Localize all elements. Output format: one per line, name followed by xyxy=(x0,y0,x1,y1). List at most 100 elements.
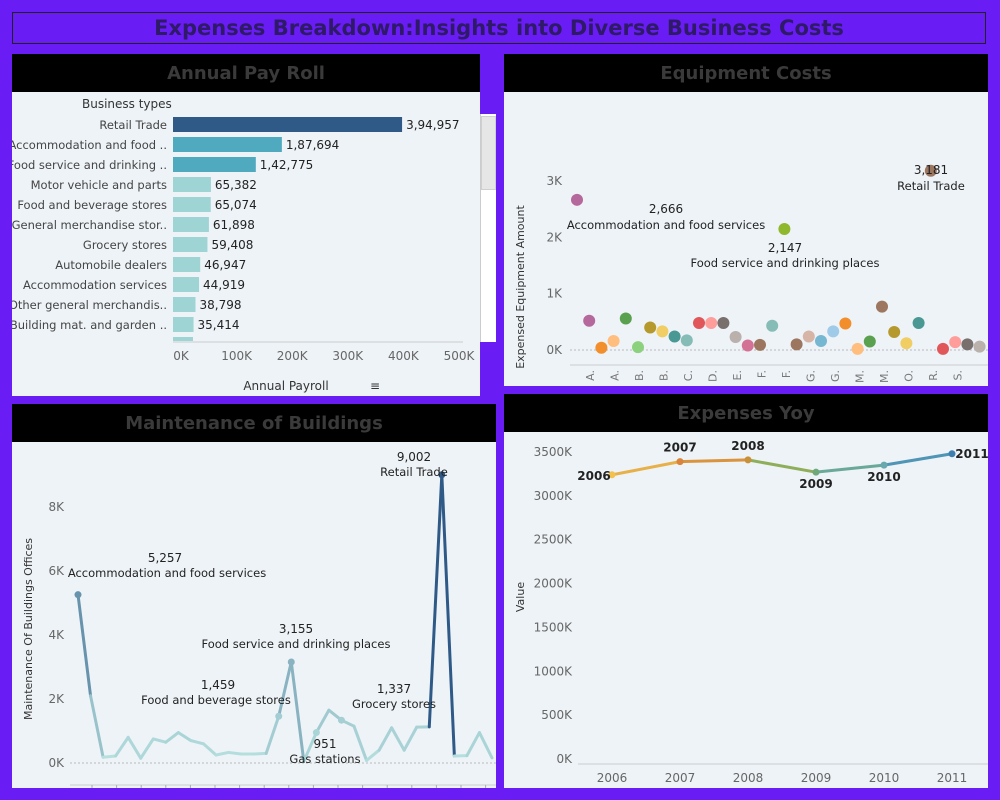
payroll-category-label: Automobile dealers xyxy=(55,258,167,272)
yoy-x-tick: 2010 xyxy=(869,771,900,785)
maint-y-tick: 0K xyxy=(48,756,65,770)
equip-y-tick: 1K xyxy=(546,287,563,301)
yoy-y-axis-label: Value xyxy=(514,582,527,612)
payroll-panel: Annual Pay Roll Business types Retail Tra… xyxy=(12,54,480,396)
payroll-bar xyxy=(173,297,196,312)
equip-x-tick: O. xyxy=(903,370,916,382)
yoy-y-tick: 1000K xyxy=(534,664,574,678)
yoy-point xyxy=(744,456,752,464)
payroll-axis-header: Business types xyxy=(82,97,172,111)
payroll-category-label: Grocery stores xyxy=(83,238,167,252)
yoy-y-tick: 2000K xyxy=(534,577,574,591)
maint-line-segment xyxy=(126,735,143,760)
equip-x-tick: M. xyxy=(854,370,867,383)
maint-line-segment xyxy=(402,725,419,752)
equip-point xyxy=(802,330,815,343)
maint-line-segment xyxy=(390,726,406,752)
equip-point xyxy=(912,316,925,329)
equip-point xyxy=(876,300,888,313)
equip-point xyxy=(595,341,608,354)
equip-point xyxy=(693,316,705,329)
payroll-category-label: Building mat. and garden .. xyxy=(12,318,167,332)
payroll-header: Annual Pay Roll xyxy=(12,54,480,92)
maintenance-chart: Maintenance Of Buildings Offices 0K 2K 4K 6K… xyxy=(22,450,496,788)
equip-x-tick: R. xyxy=(927,370,940,381)
payroll-bar-value: 3,94,957 xyxy=(406,118,459,132)
payroll-scrollbar-thumb[interactable] xyxy=(481,116,496,190)
maint-annotation-label: Food service and drinking places xyxy=(202,637,391,651)
payroll-bar-value: 65,382 xyxy=(215,178,257,192)
payroll-category-label: Food service and drinking .. xyxy=(12,158,167,172)
maint-line-segment xyxy=(440,473,456,758)
payroll-category-label: Accommodation services xyxy=(23,278,167,292)
equip-point xyxy=(571,193,583,206)
maint-annotation-value: 3,155 xyxy=(279,622,313,636)
yoy-y-tick: 1500K xyxy=(534,620,574,634)
equip-y-tick: 0K xyxy=(546,343,563,357)
payroll-x-tick: 200K xyxy=(277,349,309,363)
maint-point xyxy=(312,729,320,737)
equip-y-tick: 3K xyxy=(546,174,563,188)
equip-annotation-value: 3,181 xyxy=(914,163,948,177)
maint-y-axis-label: Maintenance Of Buildings Offices xyxy=(22,538,35,720)
equip-point xyxy=(851,342,864,355)
yoy-y-tick: 500K xyxy=(541,708,573,722)
equip-point xyxy=(937,342,949,355)
payroll-category-label: Other general merchandis.. xyxy=(12,298,167,312)
equip-x-tick: M. xyxy=(878,370,891,383)
equip-point xyxy=(839,317,852,330)
maint-point xyxy=(287,658,295,666)
maint-line-segment xyxy=(101,754,118,759)
maint-line-segment xyxy=(76,593,93,698)
maint-line-segment xyxy=(427,473,444,729)
payroll-bar-value: 46,947 xyxy=(204,258,246,272)
yoy-y-tick: 3500K xyxy=(534,445,574,459)
equip-x-tick: A. xyxy=(609,370,622,381)
payroll-bar-value: 1,87,694 xyxy=(286,138,339,152)
equip-point xyxy=(680,334,693,347)
maintenance-panel: Maintenance of Buildings Maintenance Of … xyxy=(12,404,496,788)
maint-line-segment xyxy=(277,660,293,718)
payroll-x-tick: 0K xyxy=(173,349,190,363)
equip-point xyxy=(607,334,620,347)
maint-line-segment xyxy=(477,731,494,760)
equip-x-tick: F. xyxy=(780,370,793,378)
payroll-bar xyxy=(173,237,208,252)
sort-icon: ≡ xyxy=(370,379,380,393)
maint-line-segment xyxy=(139,737,155,760)
payroll-bar xyxy=(173,157,256,172)
equip-point xyxy=(644,321,657,334)
maint-point xyxy=(337,716,345,724)
payroll-bar-value: 65,074 xyxy=(215,198,257,212)
payroll-bar xyxy=(173,257,201,272)
equip-point xyxy=(778,223,791,236)
maint-line-segment xyxy=(365,748,381,762)
maint-y-tick: 6K xyxy=(48,564,65,578)
yoy-x-tick: 2006 xyxy=(597,771,628,785)
payroll-x-tick: 100K xyxy=(221,349,253,363)
equip-y-tick: 2K xyxy=(546,230,563,244)
equip-point xyxy=(961,338,974,351)
yoy-line-segment xyxy=(678,458,750,464)
maint-y-tick: 2K xyxy=(48,692,65,706)
yoy-point xyxy=(880,461,888,469)
maint-annotation-label: Accommodation and food services xyxy=(68,566,266,580)
yoy-header: Expenses Yoy xyxy=(504,394,988,432)
maint-line-segment xyxy=(114,735,130,758)
equip-point xyxy=(729,331,742,344)
payroll-scrollbar[interactable] xyxy=(480,114,496,342)
maint-y-tick: 4K xyxy=(48,628,65,642)
equip-annotation-label: Accommodation and food services xyxy=(567,218,765,232)
equip-point xyxy=(973,340,986,353)
maint-line-segment xyxy=(314,708,331,735)
yoy-y-tick: 0K xyxy=(556,752,573,766)
maint-annotation-label: Retail Trade xyxy=(380,465,448,479)
payroll-bar-value: 1,42,775 xyxy=(260,158,313,172)
payroll-bar xyxy=(173,117,403,132)
maint-point xyxy=(275,712,283,720)
equip-x-tick: G. xyxy=(829,370,842,382)
maint-line-segment xyxy=(289,660,306,763)
dashboard-title: Expenses Breakdown:Insights into Diverse… xyxy=(12,12,986,44)
equip-point xyxy=(656,325,669,338)
payroll-bar-partial xyxy=(173,337,193,341)
